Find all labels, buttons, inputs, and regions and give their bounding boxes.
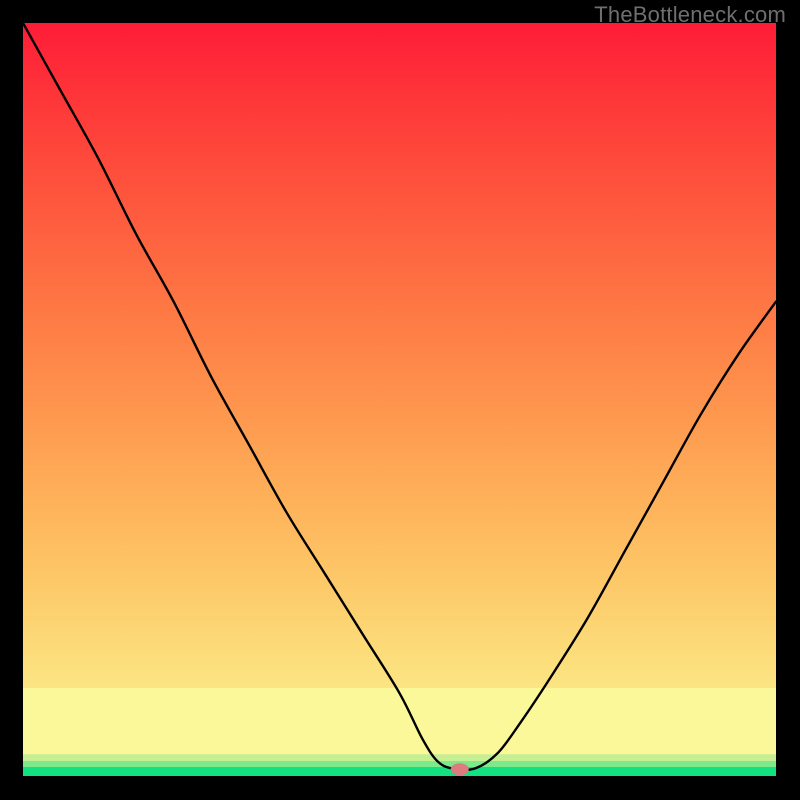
bottleneck-chart [23, 23, 776, 776]
bottom-bands [23, 688, 776, 776]
chart-container: TheBottleneck.com [0, 0, 800, 800]
optimum-marker [451, 763, 469, 775]
heat-gradient-bg [23, 23, 776, 776]
watermark-label: TheBottleneck.com [594, 2, 786, 28]
